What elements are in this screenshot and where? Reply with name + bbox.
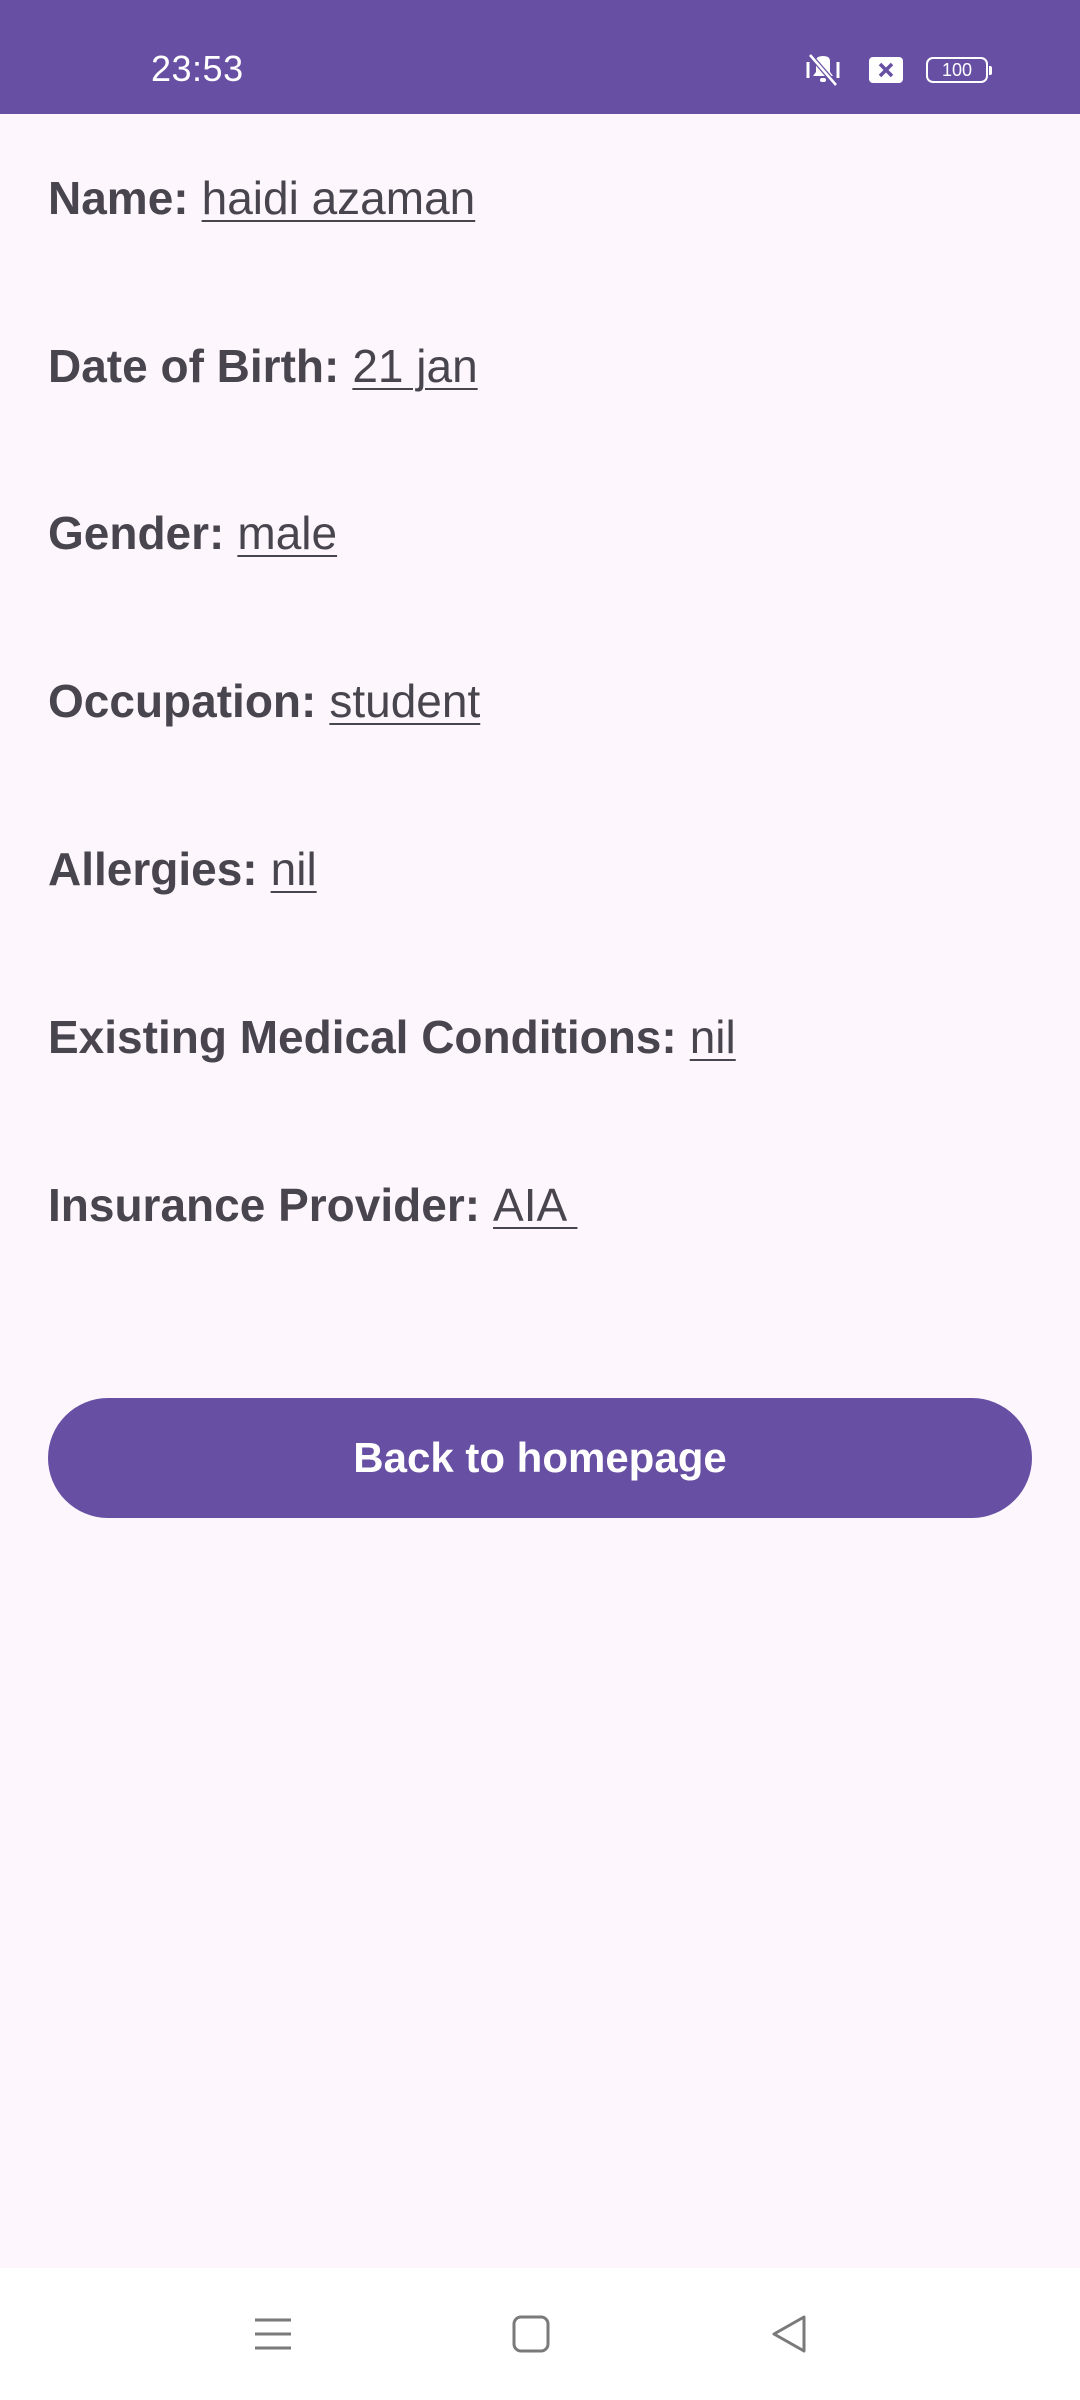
- notification-x-icon: [868, 55, 904, 85]
- back-triangle-icon[interactable]: [757, 2302, 821, 2366]
- field-label-gender: Gender:: [48, 507, 225, 559]
- status-bar: 23:53 100: [0, 0, 1080, 114]
- back-to-homepage-button[interactable]: Back to homepage: [48, 1398, 1032, 1518]
- field-value-occupation: student: [329, 675, 481, 727]
- field-label-name: Name:: [48, 172, 189, 224]
- field-value-insurance-provider: AIA: [493, 1179, 578, 1231]
- field-row-occupation: Occupation: student: [48, 666, 480, 736]
- menu-icon[interactable]: [241, 2302, 305, 2366]
- vibrate-mute-icon: [800, 52, 846, 88]
- status-time: 23:53: [151, 48, 244, 89]
- field-label-occupation: Occupation:: [48, 675, 317, 727]
- battery-icon: 100: [926, 57, 992, 83]
- system-nav-bar: [0, 2268, 1080, 2400]
- field-value-name: haidi azaman: [201, 172, 476, 224]
- field-label-allergies: Allergies:: [48, 843, 258, 895]
- field-label-insurance-provider: Insurance Provider:: [48, 1179, 481, 1231]
- field-row-gender: Gender: male: [48, 498, 337, 568]
- field-value-date-of-birth: 21 jan: [352, 340, 478, 392]
- field-row-date-of-birth: Date of Birth: 21 jan: [48, 331, 478, 401]
- field-row-medical-conditions: Existing Medical Conditions: nil: [48, 1002, 736, 1072]
- field-value-allergies: nil: [270, 843, 317, 895]
- field-row-name: Name: haidi azaman: [48, 163, 475, 233]
- field-row-allergies: Allergies: nil: [48, 834, 317, 904]
- field-value-gender: male: [237, 507, 338, 559]
- field-label-medical-conditions: Existing Medical Conditions:: [48, 1011, 677, 1063]
- home-square-icon[interactable]: [499, 2302, 563, 2366]
- field-value-medical-conditions: nil: [689, 1011, 736, 1063]
- field-label-date-of-birth: Date of Birth:: [48, 340, 340, 392]
- status-icons: 100: [800, 52, 992, 88]
- field-row-insurance-provider: Insurance Provider: AIA: [48, 1170, 577, 1240]
